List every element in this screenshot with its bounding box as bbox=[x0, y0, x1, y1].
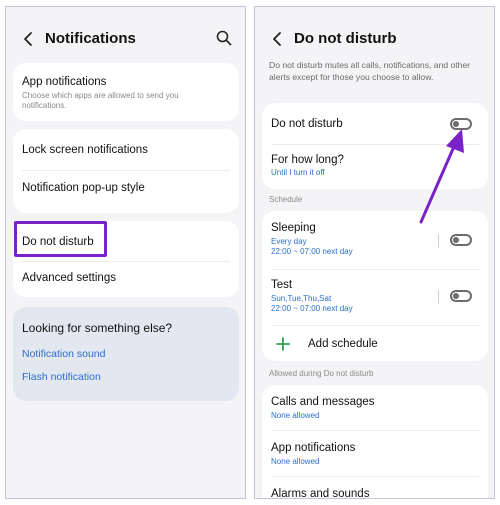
flash-notification-link[interactable]: Flash notification bbox=[22, 370, 101, 384]
dnd-description: Do not disturb mutes all calls, notifica… bbox=[269, 60, 471, 82]
dnd-toggle-label: Do not disturb bbox=[271, 118, 343, 130]
duration-item[interactable]: For how long? bbox=[271, 153, 344, 167]
app-notifications-item[interactable]: App notifications bbox=[271, 441, 355, 455]
divider bbox=[271, 325, 479, 326]
calls-and-messages-item[interactable]: Calls and messages bbox=[271, 395, 375, 409]
schedule-section-label: Schedule bbox=[269, 195, 303, 204]
schedule-name[interactable]: Test bbox=[271, 278, 292, 292]
allowed-section-label: Allowed during Do not disturb bbox=[269, 369, 374, 378]
highlight-box bbox=[14, 221, 107, 257]
app-notifications-subtitle: Choose which apps are allowed to send yo… bbox=[22, 91, 179, 110]
lock-screen-notifications-item[interactable]: Lock screen notifications bbox=[22, 143, 148, 157]
notification-popup-style-item[interactable]: Notification pop-up style bbox=[22, 181, 145, 195]
duration-value: Until I turn it off bbox=[271, 168, 325, 177]
divider bbox=[438, 234, 439, 248]
divider bbox=[438, 290, 439, 304]
allowed-card: Calls and messages None allowed App noti… bbox=[262, 385, 488, 498]
header: Notifications bbox=[6, 29, 245, 51]
schedule-name[interactable]: Sleeping bbox=[271, 221, 316, 235]
divider bbox=[271, 144, 479, 145]
schedule-time: 22:00 ~ 07:00 next day bbox=[271, 304, 353, 313]
app-notifications-label: App notifications bbox=[22, 76, 107, 88]
notification-sound-link[interactable]: Notification sound bbox=[22, 347, 105, 361]
schedule-days: Every day bbox=[271, 237, 307, 246]
do-not-disturb-screen: Do not disturb Do not disturb mutes all … bbox=[254, 6, 495, 499]
divider bbox=[22, 170, 230, 171]
add-schedule-button[interactable]: Add schedule bbox=[308, 337, 378, 351]
header: Do not disturb bbox=[255, 29, 494, 51]
divider bbox=[271, 476, 479, 477]
page-title: Do not disturb bbox=[294, 30, 397, 47]
calls-and-messages-value: None allowed bbox=[271, 411, 320, 420]
dnd-toggle[interactable] bbox=[450, 118, 472, 130]
toggle-knob bbox=[453, 121, 459, 127]
schedule-time: 22:00 ~ 07:00 next day bbox=[271, 247, 353, 256]
toggle-knob bbox=[453, 237, 459, 243]
notification-style-group: Lock screen notifications Notification p… bbox=[13, 129, 239, 213]
app-notifications-item[interactable]: App notifications Choose which apps are … bbox=[13, 63, 239, 121]
sleeping-toggle[interactable] bbox=[450, 234, 472, 246]
dnd-main-card: Do not disturb For how long? Until I tur… bbox=[262, 103, 488, 189]
test-toggle[interactable] bbox=[450, 290, 472, 302]
divider bbox=[271, 430, 479, 431]
notifications-screen: Notifications App notifications Choose w… bbox=[5, 6, 246, 499]
toggle-knob bbox=[453, 293, 459, 299]
app-notifications-value: None allowed bbox=[271, 457, 320, 466]
back-icon[interactable] bbox=[269, 30, 287, 48]
back-icon[interactable] bbox=[20, 30, 38, 48]
suggestions-card: Looking for something else? Notification… bbox=[13, 307, 239, 401]
divider bbox=[271, 269, 479, 270]
alarms-and-sounds-item[interactable]: Alarms and sounds bbox=[271, 487, 369, 498]
advanced-settings-item[interactable]: Advanced settings bbox=[22, 271, 116, 285]
plus-icon[interactable] bbox=[276, 337, 290, 351]
schedule-card: Sleeping Every day 22:00 ~ 07:00 next da… bbox=[262, 211, 488, 361]
divider bbox=[22, 261, 230, 262]
schedule-days: Sun,Tue,Thu,Sat bbox=[271, 294, 332, 303]
page-title: Notifications bbox=[45, 30, 136, 47]
suggestions-heading: Looking for something else? bbox=[22, 321, 173, 335]
search-icon[interactable] bbox=[215, 29, 233, 47]
